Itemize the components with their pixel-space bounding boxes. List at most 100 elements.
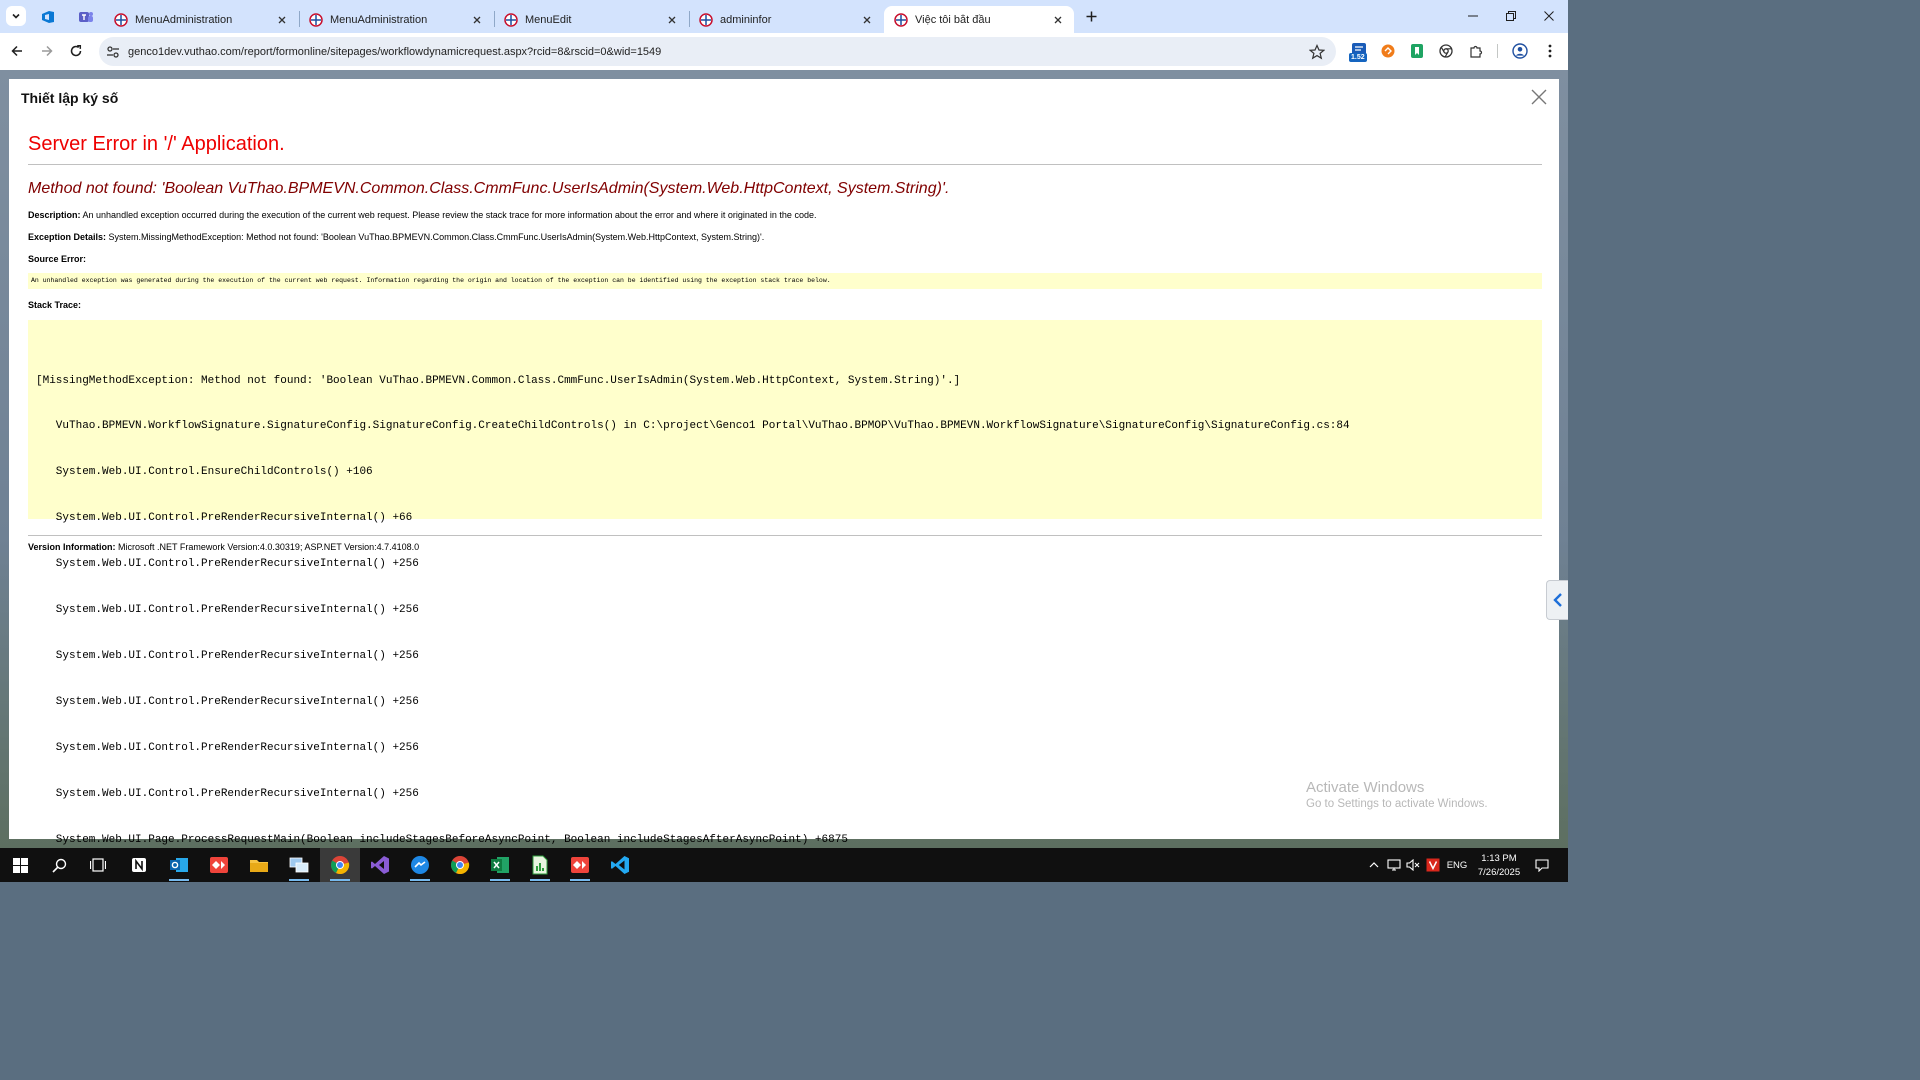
- network-status[interactable]: [1385, 848, 1403, 882]
- modal-dialog: Thiết lập ký số Server Error in '/' Appl…: [9, 79, 1559, 846]
- start-button[interactable]: [0, 848, 40, 882]
- description-label: Description:: [28, 210, 81, 220]
- bookmark-star-icon[interactable]: [1309, 43, 1325, 60]
- chevron-up-icon: [1369, 862, 1379, 868]
- error-heading: Server Error in '/' Application.: [28, 133, 285, 155]
- exception-label: Exception Details:: [28, 232, 107, 242]
- windows-logo-icon: [12, 857, 28, 873]
- stack-line: VuThao.BPMEVN.WorkflowSignature.Signatur…: [36, 420, 1350, 433]
- plus-icon: [1086, 11, 1096, 21]
- stack-line: System.Web.UI.Control.EnsureChildControl…: [36, 466, 373, 479]
- close-icon[interactable]: [1531, 89, 1547, 105]
- clock-time: 1:13 PM: [1481, 853, 1517, 864]
- volume-status[interactable]: [1404, 848, 1422, 882]
- site-favicon-icon: [894, 12, 908, 27]
- tab-close-icon[interactable]: [274, 12, 290, 28]
- network-icon: [1387, 859, 1401, 871]
- restore-icon: [1506, 11, 1516, 21]
- tab-search-button[interactable]: [6, 6, 26, 26]
- taskbar-app-visual-studio[interactable]: [360, 848, 400, 882]
- input-language[interactable]: ENG: [1444, 848, 1470, 882]
- reload-button[interactable]: [66, 41, 86, 61]
- extension-chrome-button[interactable]: [1438, 43, 1454, 59]
- profile-button[interactable]: [1511, 42, 1529, 60]
- stack-line: System.Web.UI.Page.ProcessRequestMain(Bo…: [36, 833, 848, 846]
- notion-icon: [132, 858, 146, 872]
- search-button[interactable]: [39, 848, 79, 882]
- taskbar-app-anydesk-2[interactable]: [560, 848, 600, 882]
- more-vertical-icon: [1548, 44, 1552, 58]
- windows-taskbar: ENG 1:13 PM 7/26/2025: [0, 848, 1568, 882]
- stack-line: [MissingMethodException: Method not foun…: [36, 374, 961, 387]
- anydesk-icon: [571, 857, 589, 873]
- taskbar-app-chrome-2[interactable]: [440, 848, 480, 882]
- outlook-icon: [170, 858, 188, 872]
- taskbar-app-chrome-1[interactable]: [320, 848, 360, 882]
- task-view-button[interactable]: [78, 848, 118, 882]
- tab-title: admininfor: [720, 13, 772, 26]
- taskbar-app-remote-desktop[interactable]: [279, 848, 319, 882]
- tray-overflow-button[interactable]: [1366, 848, 1382, 882]
- taskbar-app-outlook[interactable]: [159, 848, 199, 882]
- teams-icon: [79, 12, 93, 22]
- chevron-down-icon: [12, 13, 20, 19]
- extension-orange-button[interactable]: [1380, 43, 1396, 59]
- pinned-tab-teams[interactable]: [76, 7, 96, 27]
- error-description: Description: An unhandled exception occu…: [28, 209, 1542, 221]
- stack-trace-label: Stack Trace:: [28, 300, 82, 310]
- notification-center-button[interactable]: [1532, 848, 1552, 882]
- taskbar-app-messenger[interactable]: [400, 848, 440, 882]
- forward-button[interactable]: [37, 41, 57, 61]
- extension-badge-count: 1.52: [1349, 53, 1367, 62]
- tab-title: MenuAdministration: [330, 13, 428, 26]
- site-favicon-icon: [504, 12, 518, 27]
- tab-menuadministration-1[interactable]: MenuAdministration: [104, 6, 298, 33]
- new-tab-button[interactable]: [1082, 7, 1100, 25]
- vscode-icon: [611, 856, 629, 874]
- dialog-title: Thiết lập ký số: [21, 90, 119, 106]
- taskbar-app-file-explorer[interactable]: [239, 848, 279, 882]
- tab-title: Việc tôi bắt đầu: [915, 13, 991, 26]
- pinned-tab-azure-devops[interactable]: [38, 7, 58, 27]
- search-icon: [51, 858, 66, 873]
- taskbar-app-notion[interactable]: [119, 848, 159, 882]
- address-bar[interactable]: genco1dev.vuthao.com/report/formonline/s…: [99, 37, 1336, 66]
- tab-close-icon[interactable]: [469, 12, 485, 28]
- chrome-menu-button[interactable]: [1541, 42, 1559, 60]
- divider: [28, 164, 1542, 165]
- taskbar-app-anydesk-1[interactable]: [199, 848, 239, 882]
- back-button[interactable]: [7, 41, 27, 61]
- side-panel-toggle[interactable]: [1546, 580, 1568, 620]
- server-error-page: Server Error in '/' Application. Method …: [28, 129, 1542, 846]
- extension-green-button[interactable]: [1409, 43, 1425, 59]
- tab-menuedit[interactable]: MenuEdit: [494, 6, 688, 33]
- tab-strip: MenuAdministration MenuAdministration Me…: [0, 0, 1568, 33]
- tab-close-icon[interactable]: [859, 12, 875, 28]
- azure-devops-icon: [42, 11, 54, 23]
- restore-button[interactable]: [1496, 0, 1526, 32]
- tab-admininfor[interactable]: admininfor: [689, 6, 883, 33]
- app-v-icon: [1426, 858, 1440, 872]
- chrome-icon: [451, 856, 470, 875]
- url-text[interactable]: genco1dev.vuthao.com/report/formonline/s…: [128, 46, 1309, 58]
- minimize-button[interactable]: [1458, 0, 1488, 32]
- stack-line: System.Web.UI.Control.PreRenderRecursive…: [36, 741, 419, 754]
- tab-close-icon[interactable]: [1050, 12, 1066, 28]
- tab-menuadministration-2[interactable]: MenuAdministration: [299, 6, 493, 33]
- taskbar-app-vscode[interactable]: [600, 848, 640, 882]
- tray-app-v[interactable]: [1424, 848, 1442, 882]
- chrome-icon: [331, 856, 350, 875]
- watermark-subtitle: Go to Settings to activate Windows.: [1306, 798, 1488, 810]
- tab-title: MenuAdministration: [135, 13, 233, 26]
- tab-close-icon[interactable]: [664, 12, 680, 28]
- arrow-right-icon: [42, 45, 53, 57]
- extensions-button[interactable]: [1468, 43, 1484, 59]
- taskbar-app-excel[interactable]: [480, 848, 520, 882]
- tab-viec-toi-bat-dau[interactable]: Việc tôi bắt đầu: [884, 6, 1074, 33]
- close-window-button[interactable]: [1534, 0, 1564, 32]
- site-info-icon[interactable]: [105, 44, 121, 60]
- chrome-outline-icon: [1439, 44, 1453, 58]
- taskbar-app-project-chart[interactable]: [520, 848, 560, 882]
- extension-translator-button[interactable]: 1.52: [1348, 41, 1370, 65]
- system-clock[interactable]: 1:13 PM 7/26/2025: [1474, 852, 1524, 880]
